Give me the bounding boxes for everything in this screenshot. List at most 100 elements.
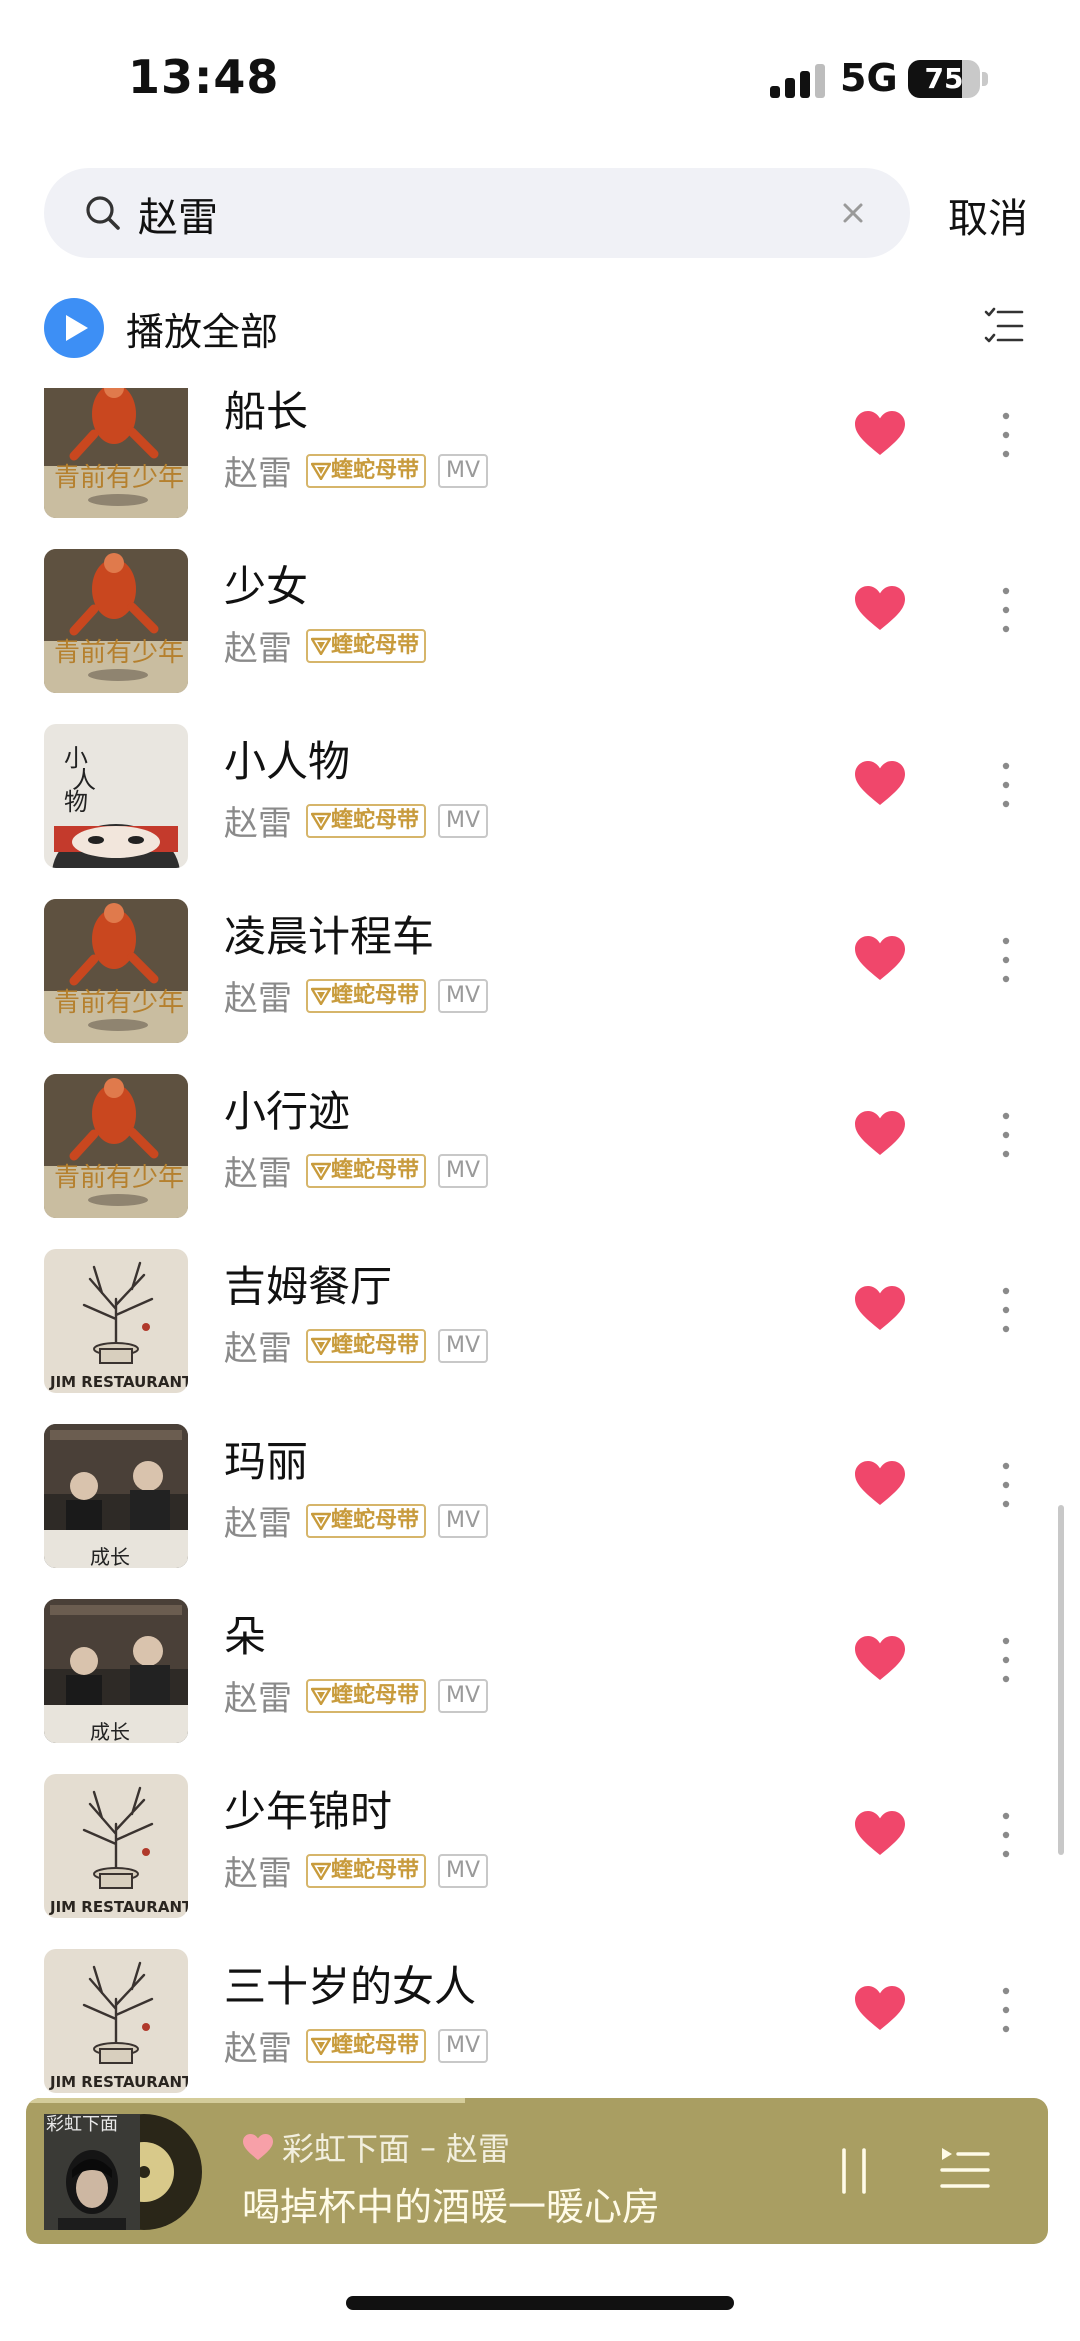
heart-icon[interactable] <box>242 2133 274 2161</box>
quality-badge-label: 蝰蛇母带 <box>331 1157 420 1183</box>
play-all-button[interactable]: 播放全部 <box>44 298 278 358</box>
heart-icon[interactable] <box>854 1460 906 1506</box>
mv-badge[interactable]: MV <box>438 453 489 488</box>
song-artist: 赵雷 <box>224 1679 292 1719</box>
svg-text:青前有少年: 青前有少年 <box>54 988 184 1018</box>
song-artist: 赵雷 <box>224 1854 292 1894</box>
song-meta: 赵雷 蝰蛇母带 MV <box>224 446 489 495</box>
album-cover: 彩虹下面 <box>44 2114 202 2230</box>
viper-icon <box>311 637 331 655</box>
heart-icon[interactable] <box>854 1285 906 1331</box>
song-title: 三十岁的女人 <box>224 1962 477 2011</box>
mv-badge[interactable]: MV <box>438 1853 489 1888</box>
heart-icon[interactable] <box>854 585 906 631</box>
song-row[interactable]: JIM RESTAURANT 少年锦时赵雷 蝰蛇母带 MV <box>0 1774 1080 1949</box>
song-meta: 赵雷 蝰蛇母带 MV <box>224 1146 489 1195</box>
battery-level: 75 <box>924 62 964 95</box>
viper-icon <box>311 462 331 480</box>
more-options-icon[interactable] <box>996 1985 1016 2035</box>
search-bar <box>44 168 910 258</box>
song-artist: 赵雷 <box>224 454 292 494</box>
quality-badge-label: 蝰蛇母带 <box>331 1507 420 1533</box>
song-meta: 赵雷 蝰蛇母带 MV <box>224 1321 489 1370</box>
more-options-icon[interactable] <box>996 760 1016 810</box>
mv-badge[interactable]: MV <box>438 803 489 838</box>
playlist-queue-icon[interactable] <box>938 2142 990 2196</box>
song-artist: 赵雷 <box>224 1504 292 1544</box>
song-artist: 赵雷 <box>224 1329 292 1369</box>
home-indicator[interactable] <box>346 2296 734 2310</box>
heart-icon[interactable] <box>854 760 906 806</box>
heart-icon[interactable] <box>854 935 906 981</box>
album-cover: 成长 <box>44 1424 188 1568</box>
song-row[interactable]: 青前有少年 小行迹 赵雷 蝰蛇母带 MV <box>0 1074 1080 1249</box>
song-list: 青前有少年 船长 赵雷 蝰蛇母带 MV 青前有少年 少女 赵雷 蝰蛇母带小人物小人物 赵雷 蝰蛇母带… <box>0 388 1080 2098</box>
heart-icon[interactable] <box>854 410 906 456</box>
search-input[interactable] <box>136 186 820 242</box>
song-row[interactable]: 成长 玛丽 赵雷 蝰蛇母带 MV <box>0 1424 1080 1599</box>
quality-badge: 蝰蛇母带 <box>306 803 427 838</box>
mv-badge[interactable]: MV <box>438 1678 489 1713</box>
song-row[interactable]: JIM RESTAURANT 吉姆餐厅 赵雷 蝰蛇母带 MV <box>0 1249 1080 1424</box>
quality-badge: 蝰蛇母带 <box>306 1153 427 1188</box>
quality-badge: 蝰蛇母带 <box>306 1678 427 1713</box>
playback-progress-bar[interactable] <box>26 2098 466 2103</box>
quality-badge: 蝰蛇母带 <box>306 1328 427 1363</box>
song-title: 少年锦时 <box>224 1787 393 1836</box>
status-bar: 13:48 5G 75 <box>0 0 1080 150</box>
mv-badge[interactable]: MV <box>438 978 489 1013</box>
viper-icon <box>311 1862 331 1880</box>
quality-badge-label: 蝰蛇母带 <box>331 982 420 1008</box>
quality-badge-label: 蝰蛇母带 <box>331 1332 420 1358</box>
album-cover: JIM RESTAURANT <box>44 1249 188 1393</box>
more-options-icon[interactable] <box>996 1635 1016 1685</box>
multi-select-icon[interactable] <box>984 306 1024 346</box>
mini-player[interactable]: 彩虹下面 彩虹下面 – 赵雷 喝掉杯中的酒暖一暖心房 <box>26 2098 1048 2244</box>
svg-text:青前有少年: 青前有少年 <box>54 463 184 493</box>
song-title: 朵 <box>224 1612 267 1661</box>
now-playing-song: 彩虹下面 <box>282 2130 411 2168</box>
mv-badge[interactable]: MV <box>438 2028 489 2063</box>
pause-icon[interactable] <box>836 2144 872 2198</box>
song-row[interactable]: 成长 朵赵雷 蝰蛇母带 MV <box>0 1599 1080 1774</box>
now-playing-artist: 赵雷 <box>446 2130 511 2168</box>
song-row[interactable]: 青前有少年 少女 赵雷 蝰蛇母带 <box>0 549 1080 724</box>
more-options-icon[interactable] <box>996 410 1016 460</box>
song-row[interactable]: JIM RESTAURANT 三十岁的女人 赵雷 蝰蛇母带 MV <box>0 1949 1080 2098</box>
network-type: 5G <box>840 56 898 100</box>
more-options-icon[interactable] <box>996 1285 1016 1335</box>
svg-text:成长: 成长 <box>90 1720 130 1743</box>
song-row[interactable]: 青前有少年 凌晨计程车 赵雷 蝰蛇母带 MV <box>0 899 1080 1074</box>
search-icon <box>86 196 120 230</box>
album-cover: JIM RESTAURANT <box>44 1949 188 2093</box>
heart-icon[interactable] <box>854 1635 906 1681</box>
quality-badge-label: 蝰蛇母带 <box>331 807 420 833</box>
scrollbar[interactable] <box>1058 1505 1064 1855</box>
mv-badge[interactable]: MV <box>438 1328 489 1363</box>
quality-badge-label: 蝰蛇母带 <box>331 1857 420 1883</box>
mv-badge[interactable]: MV <box>438 1153 489 1188</box>
heart-icon[interactable] <box>854 1810 906 1856</box>
more-options-icon[interactable] <box>996 585 1016 635</box>
more-options-icon[interactable] <box>996 1460 1016 1510</box>
more-options-icon[interactable] <box>996 935 1016 985</box>
clear-icon[interactable] <box>834 194 872 232</box>
viper-icon <box>311 1337 331 1355</box>
now-playing-separator: – <box>420 2128 437 2166</box>
svg-text:JIM RESTAURANT: JIM RESTAURANT <box>49 1898 188 1916</box>
song-artist: 赵雷 <box>224 1154 292 1194</box>
song-row[interactable]: 青前有少年 船长 赵雷 蝰蛇母带 MV <box>0 388 1080 549</box>
mv-badge[interactable]: MV <box>438 1503 489 1538</box>
signal-icon <box>770 64 826 98</box>
quality-badge: 蝰蛇母带 <box>306 2028 427 2063</box>
viper-icon <box>311 987 331 1005</box>
album-cover: 小人物 <box>44 724 188 868</box>
song-row[interactable]: 小人物小人物 赵雷 蝰蛇母带 MV <box>0 724 1080 899</box>
song-artist: 赵雷 <box>224 629 292 669</box>
quality-badge: 蝰蛇母带 <box>306 1853 427 1888</box>
more-options-icon[interactable] <box>996 1110 1016 1160</box>
cancel-button[interactable]: 取消 <box>948 186 1028 244</box>
heart-icon[interactable] <box>854 1985 906 2031</box>
heart-icon[interactable] <box>854 1110 906 1156</box>
more-options-icon[interactable] <box>996 1810 1016 1860</box>
